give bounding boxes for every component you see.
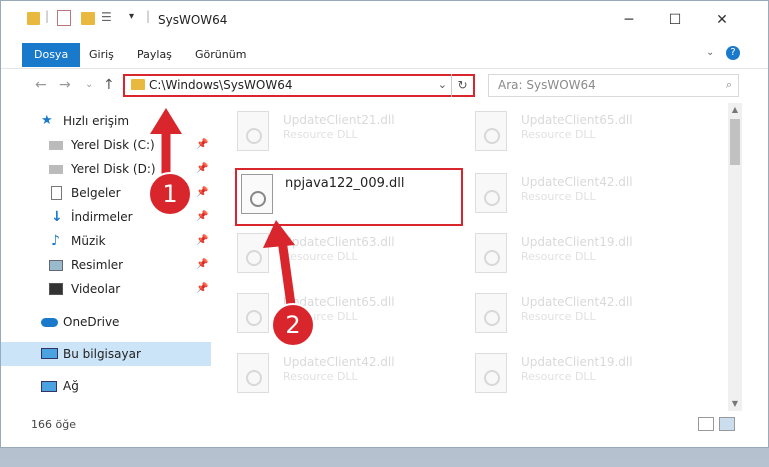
documents-icon (51, 186, 62, 200)
chevron-down-icon[interactable]: ⌄ (706, 47, 714, 58)
file-list: UpdateClient21.dll Resource DLL npjava12… (223, 103, 728, 411)
address-bar[interactable]: C:\Windows\SysWOW64 ⌄ ↻ (123, 74, 475, 97)
maximize-button[interactable]: ☐ (652, 1, 698, 39)
scrollbar-thumb[interactable] (730, 119, 740, 165)
dll-file-icon (475, 111, 507, 151)
dll-file-icon (237, 293, 269, 333)
recent-locations-icon[interactable]: ⌄ (85, 79, 93, 90)
computer-icon (41, 348, 58, 359)
file-item[interactable]: UpdateClient19.dll Resource DLL (461, 227, 691, 281)
pictures-icon (49, 260, 63, 271)
separator: | (45, 9, 50, 23)
dll-file-icon (475, 353, 507, 393)
network-icon (41, 381, 57, 392)
file-item[interactable]: UpdateClient65.dll Resource DLL (461, 105, 691, 159)
cloud-icon (41, 318, 58, 327)
dll-file-icon (475, 293, 507, 333)
file-item[interactable]: UpdateClient42.dll Resource DLL (461, 167, 691, 221)
pin-icon[interactable]: 📌 (196, 181, 208, 205)
large-icons-view-icon[interactable] (719, 417, 735, 431)
new-folder-icon[interactable] (81, 12, 95, 25)
navigation-bar: ← → ⌄ ↑ C:\Windows\SysWOW64 ⌄ ↻ Ara: Sys… (1, 69, 768, 103)
tab-paylas[interactable]: Paylaş (125, 43, 184, 67)
search-input[interactable]: Ara: SysWOW64 ⌕ (488, 74, 739, 97)
title-bar: | ☰ ▾ | SysWOW64 ─ ☐ ✕ (1, 1, 768, 39)
file-item-highlighted[interactable]: npjava122_009.dll (235, 168, 463, 226)
search-placeholder: Ara: SysWOW64 (498, 78, 596, 92)
up-arrow-icon[interactable]: ↑ (103, 77, 115, 93)
file-explorer-window: | ☰ ▾ | SysWOW64 ─ ☐ ✕ Dosya Giriş Payla… (0, 0, 769, 448)
sidebar-item-music[interactable]: ♪ Müzik 📌 (1, 229, 211, 253)
tab-dosya[interactable]: Dosya (22, 43, 81, 67)
sidebar-item-disk-c[interactable]: Yerel Disk (C:) 📌 (1, 133, 211, 157)
pin-icon[interactable]: 📌 (196, 205, 208, 229)
step-1-badge: 1 (148, 172, 192, 216)
drive-icon (49, 165, 63, 174)
search-icon[interactable]: ⌕ (726, 78, 732, 92)
music-icon: ♪ (51, 233, 60, 249)
sidebar-item-quick-access[interactable]: ★ Hızlı erişim (1, 109, 211, 133)
file-item[interactable]: UpdateClient65.dll Resource DLL (223, 287, 453, 341)
sidebar-item-network[interactable]: Ağ (1, 374, 211, 398)
sidebar-item-videos[interactable]: Videolar 📌 (1, 277, 211, 301)
pin-icon[interactable]: 📌 (196, 157, 208, 181)
file-item[interactable]: UpdateClient42.dll Resource DLL (223, 347, 453, 401)
pin-icon[interactable]: 📌 (196, 133, 208, 157)
dll-file-icon (475, 233, 507, 273)
dll-file-icon (475, 173, 507, 213)
file-item[interactable]: UpdateClient63.dll Resource DLL (223, 227, 453, 281)
address-path[interactable]: C:\Windows\SysWOW64 (149, 78, 293, 92)
videos-icon (49, 283, 63, 295)
drive-icon (49, 141, 63, 150)
folder-icon (27, 12, 40, 25)
ribbon: Dosya Giriş Paylaş Görünüm ⌄ ? (1, 39, 768, 69)
dll-file-icon (241, 174, 273, 214)
sidebar-item-pictures[interactable]: Resimler 📌 (1, 253, 211, 277)
tab-gorunum[interactable]: Görünüm (183, 43, 258, 67)
sidebar-item-this-pc[interactable]: Bu bilgisayar (1, 342, 211, 366)
navigation-pane: ★ Hızlı erişim Yerel Disk (C:) 📌 Yerel D… (1, 103, 213, 411)
address-dropdown-icon[interactable]: ⌄ (438, 78, 447, 91)
window-title: SysWOW64 (158, 13, 228, 27)
quick-access-menu-icon[interactable]: ☰ (101, 10, 112, 24)
vertical-scrollbar[interactable]: ▲ ▼ (728, 103, 742, 411)
minimize-button[interactable]: ─ (606, 1, 652, 39)
dll-file-icon (237, 111, 269, 151)
file-item[interactable]: UpdateClient21.dll Resource DLL (223, 105, 453, 159)
back-arrow-icon[interactable]: ← (35, 77, 47, 93)
scroll-down-icon[interactable]: ▼ (728, 397, 742, 411)
refresh-icon[interactable]: ↻ (451, 74, 473, 97)
file-item[interactable]: UpdateClient42.dll Resource DLL (461, 287, 691, 341)
close-button[interactable]: ✕ (699, 1, 745, 39)
star-icon: ★ (41, 113, 53, 128)
sidebar-item-onedrive[interactable]: OneDrive (1, 310, 211, 334)
scroll-up-icon[interactable]: ▲ (728, 103, 742, 117)
properties-icon[interactable] (57, 10, 71, 26)
forward-arrow-icon[interactable]: → (59, 77, 71, 93)
download-icon: ↓ (51, 209, 63, 225)
details-view-icon[interactable] (698, 417, 714, 431)
dll-file-icon (237, 353, 269, 393)
pin-icon[interactable]: 📌 (196, 277, 208, 301)
folder-icon (131, 79, 145, 90)
status-bar: 166 öğe (1, 411, 768, 437)
dll-file-icon (237, 233, 269, 273)
separator: | (146, 9, 151, 23)
step-2-badge: 2 (271, 303, 315, 347)
help-icon[interactable]: ? (726, 46, 740, 60)
pin-icon[interactable]: 📌 (196, 229, 208, 253)
tab-giris[interactable]: Giriş (77, 43, 126, 67)
pin-icon[interactable]: 📌 (196, 253, 208, 277)
file-item[interactable]: UpdateClient19.dll Resource DLL (461, 347, 691, 401)
item-count: 166 öğe (31, 418, 76, 431)
chevron-down-icon[interactable]: ▾ (129, 11, 134, 22)
